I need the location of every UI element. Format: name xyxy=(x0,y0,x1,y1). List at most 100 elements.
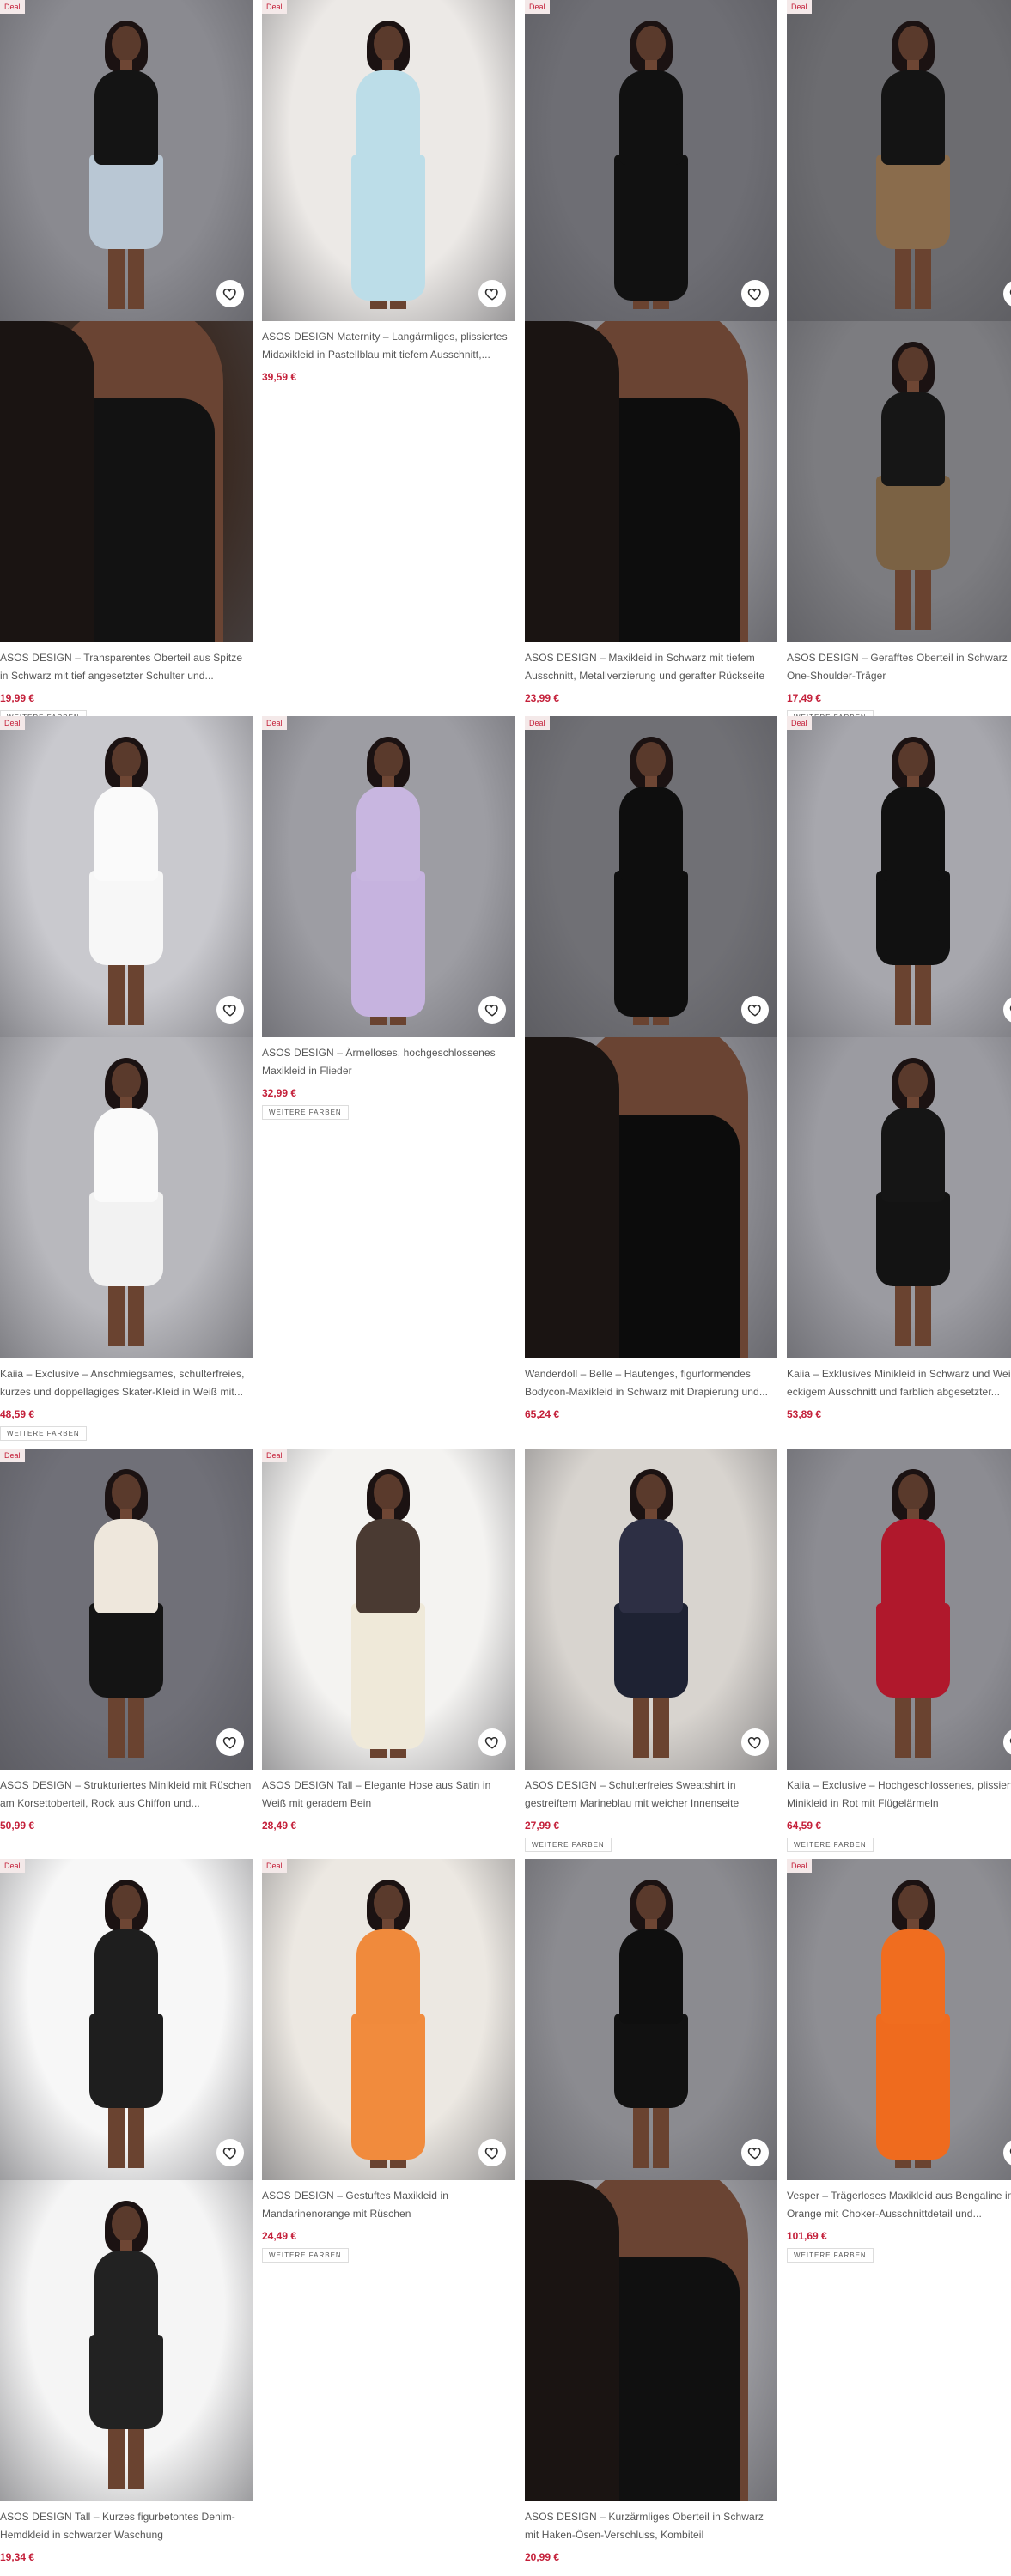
model-figure xyxy=(604,737,698,1025)
product-card[interactable]: Deal Kaiia – Exklusives Minikleid in Schw… xyxy=(787,716,1011,1420)
product-card[interactable]: Deal ASOS DESIGN Maternity – Langärmliges… xyxy=(262,0,515,383)
model-figure xyxy=(79,2201,174,2489)
save-heart-icon[interactable] xyxy=(216,1728,244,1756)
deal-badge: Deal xyxy=(0,0,25,14)
product-image[interactable] xyxy=(525,1037,777,1358)
product-info: Kaiia – Exklusives Minikleid in Schwarz … xyxy=(787,1358,1011,1420)
product-image[interactable]: Deal xyxy=(0,0,253,321)
product-price: 24,49 € xyxy=(262,2230,297,2242)
save-heart-icon[interactable] xyxy=(741,280,769,307)
product-title[interactable]: ASOS DESIGN – Transparentes Oberteil aus… xyxy=(0,649,253,685)
model-figure xyxy=(79,1058,174,1346)
save-heart-icon[interactable] xyxy=(478,996,506,1024)
save-heart-icon[interactable] xyxy=(478,2139,506,2166)
more-colors-button[interactable]: WEITERE FARBEN xyxy=(262,2248,349,2263)
product-title[interactable]: Vesper – Trägerloses Maxikleid aus Benga… xyxy=(787,2187,1011,2223)
save-heart-icon[interactable] xyxy=(478,280,506,307)
model-figure xyxy=(341,737,435,1025)
product-title[interactable]: Kaiia – Exklusives Minikleid in Schwarz … xyxy=(787,1365,1011,1401)
product-title[interactable]: ASOS DESIGN – Strukturiertes Minikleid m… xyxy=(0,1777,253,1813)
product-price: 53,89 € xyxy=(787,1408,822,1420)
product-title[interactable]: ASOS DESIGN Maternity – Langärmliges, pl… xyxy=(262,328,515,364)
more-colors-button[interactable]: WEITERE FARBEN xyxy=(787,1838,874,1852)
product-price: 20,99 € xyxy=(525,2551,560,2563)
product-title[interactable]: Kaiia – Exclusive – Hochgeschlossenes, p… xyxy=(787,1777,1011,1813)
product-title[interactable]: ASOS DESIGN Tall – Kurzes figurbetontes … xyxy=(0,2508,253,2544)
product-image[interactable] xyxy=(525,1449,777,1770)
deal-badge: Deal xyxy=(262,716,287,730)
product-image[interactable]: Deal xyxy=(0,716,253,1037)
product-image[interactable]: Deal xyxy=(0,1859,253,2180)
product-image[interactable]: Deal xyxy=(262,716,515,1037)
save-heart-icon[interactable] xyxy=(216,280,244,307)
product-info: ASOS DESIGN – Kurzärmliges Oberteil in S… xyxy=(525,2501,777,2563)
deal-badge: Deal xyxy=(262,1859,287,1873)
more-colors-button[interactable]: WEITERE FARBEN xyxy=(262,1105,349,1120)
product-image[interactable] xyxy=(525,321,777,642)
product-card[interactable]: Deal Kaiia – Exclusive – Anschmiegsames, … xyxy=(0,716,253,1441)
product-title[interactable]: ASOS DESIGN – Gerafftes Oberteil in Schw… xyxy=(787,649,1011,685)
product-title[interactable]: Wanderdoll – Belle – Hautenges, figurfor… xyxy=(525,1365,777,1401)
product-title[interactable]: ASOS DESIGN – Schulterfreies Sweatshirt … xyxy=(525,1777,777,1813)
product-image[interactable]: Deal xyxy=(525,716,777,1037)
product-image[interactable] xyxy=(525,1859,777,2180)
product-card[interactable]: Deal ASOS DESIGN – Maxikleid in Schwarz m… xyxy=(525,0,777,704)
deal-badge: Deal xyxy=(525,0,550,14)
product-price: 39,59 € xyxy=(262,371,297,383)
more-colors-button[interactable]: WEITERE FARBEN xyxy=(525,1838,612,1852)
model-figure xyxy=(341,21,435,309)
save-heart-icon[interactable] xyxy=(216,2139,244,2166)
more-colors-button[interactable]: WEITERE FARBEN xyxy=(0,1426,87,1441)
product-image[interactable]: Deal xyxy=(787,0,1011,321)
product-image[interactable] xyxy=(0,1037,253,1358)
deal-badge: Deal xyxy=(0,716,25,730)
product-image[interactable]: Deal xyxy=(787,1859,1011,2180)
product-image[interactable]: Deal xyxy=(262,0,515,321)
model-figure xyxy=(866,1880,960,2168)
product-title[interactable]: ASOS DESIGN – Kurzärmliges Oberteil in S… xyxy=(525,2508,777,2544)
product-info: ASOS DESIGN – Schulterfreies Sweatshirt … xyxy=(525,1770,777,1852)
product-card[interactable]: ASOS DESIGN – Kurzärmliges Oberteil in S… xyxy=(525,1859,777,2563)
product-card[interactable]: Deal Vesper – Trägerloses Maxikleid aus B… xyxy=(787,1859,1011,2263)
model-figure xyxy=(79,1469,174,1758)
deal-badge: Deal xyxy=(787,1859,812,1873)
save-heart-icon[interactable] xyxy=(741,996,769,1024)
model-figure xyxy=(341,1880,435,2168)
product-image[interactable]: Deal xyxy=(262,1449,515,1770)
product-image[interactable] xyxy=(787,321,1011,642)
product-image[interactable]: Deal xyxy=(262,1859,515,2180)
save-heart-icon[interactable] xyxy=(741,2139,769,2166)
product-card[interactable]: Deal ASOS DESIGN Tall – Elegante Hose aus… xyxy=(262,1449,515,1832)
product-card[interactable]: Deal ASOS DESIGN – Gerafftes Oberteil in … xyxy=(787,0,1011,725)
model-figure xyxy=(866,737,960,1025)
save-heart-icon[interactable] xyxy=(216,996,244,1024)
model-figure xyxy=(341,1469,435,1758)
product-card[interactable]: Deal ASOS DESIGN – Transparentes Oberteil… xyxy=(0,0,253,725)
product-image[interactable]: Deal xyxy=(525,0,777,321)
product-card[interactable]: Deal ASOS DESIGN Tall – Kurzes figurbeton… xyxy=(0,1859,253,2563)
product-image[interactable] xyxy=(525,2180,777,2501)
product-title[interactable]: ASOS DESIGN – Ärmelloses, hochgeschlosse… xyxy=(262,1044,515,1080)
product-title[interactable]: ASOS DESIGN – Gestuftes Maxikleid in Man… xyxy=(262,2187,515,2223)
save-heart-icon[interactable] xyxy=(741,1728,769,1756)
product-price: 19,99 € xyxy=(0,692,35,704)
product-image[interactable] xyxy=(787,1449,1011,1770)
product-image[interactable] xyxy=(787,1037,1011,1358)
product-card[interactable]: Deal Wanderdoll – Belle – Hautenges, figu… xyxy=(525,716,777,1420)
product-card[interactable]: Deal ASOS DESIGN – Gestuftes Maxikleid in… xyxy=(262,1859,515,2263)
product-price: 27,99 € xyxy=(525,1820,560,1832)
product-card[interactable]: ASOS DESIGN – Schulterfreies Sweatshirt … xyxy=(525,1449,777,1852)
product-image[interactable] xyxy=(0,2180,253,2501)
product-card[interactable]: Kaiia – Exclusive – Hochgeschlossenes, p… xyxy=(787,1449,1011,1852)
product-price: 101,69 € xyxy=(787,2230,827,2242)
product-image[interactable]: Deal xyxy=(0,1449,253,1770)
product-card[interactable]: Deal ASOS DESIGN – Ärmelloses, hochgeschl… xyxy=(262,716,515,1120)
product-title[interactable]: ASOS DESIGN Tall – Elegante Hose aus Sat… xyxy=(262,1777,515,1813)
product-image[interactable]: Deal xyxy=(787,716,1011,1037)
more-colors-button[interactable]: WEITERE FARBEN xyxy=(787,2248,874,2263)
product-title[interactable]: ASOS DESIGN – Maxikleid in Schwarz mit t… xyxy=(525,649,777,685)
product-image[interactable] xyxy=(0,321,253,642)
product-title[interactable]: Kaiia – Exclusive – Anschmiegsames, schu… xyxy=(0,1365,253,1401)
save-heart-icon[interactable] xyxy=(478,1728,506,1756)
product-card[interactable]: Deal ASOS DESIGN – Strukturiertes Minikle… xyxy=(0,1449,253,1832)
